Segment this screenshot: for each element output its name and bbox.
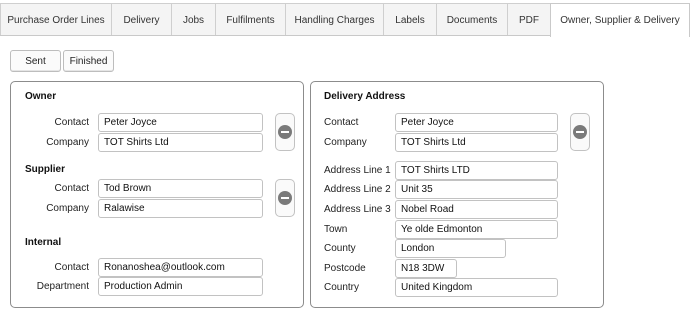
- minus-circle-icon: [278, 191, 292, 205]
- owner-contact-label: Contact: [54, 117, 89, 128]
- supplier-contact-label: Contact: [54, 183, 89, 194]
- tab-labels[interactable]: Labels: [383, 3, 437, 36]
- supplier-company-field[interactable]: Ralawise: [98, 199, 263, 218]
- sent-button[interactable]: Sent: [10, 50, 61, 72]
- delivery-contact-field[interactable]: Peter Joyce: [395, 113, 558, 132]
- postcode-label: Postcode: [324, 263, 366, 274]
- tab-fulfilments[interactable]: Fulfilments: [215, 3, 286, 36]
- tab-delivery[interactable]: Delivery: [111, 3, 172, 36]
- internal-department-label: Department: [36, 281, 89, 292]
- delivery-address-heading: Delivery Address: [324, 91, 406, 102]
- minus-circle-icon: [573, 125, 587, 139]
- county-label: County: [324, 243, 356, 254]
- owner-heading: Owner: [25, 91, 57, 102]
- tab-pdf[interactable]: PDF: [507, 3, 551, 36]
- postcode-field[interactable]: N18 3DW: [395, 259, 457, 278]
- internal-department-field[interactable]: Production Admin: [98, 277, 263, 296]
- tab-documents[interactable]: Documents: [436, 3, 508, 36]
- tab-bar: Purchase Order Lines Delivery Jobs Fulfi…: [0, 0, 690, 37]
- minus-circle-icon: [278, 125, 292, 139]
- address-line-1-field[interactable]: TOT Shirts LTD: [395, 161, 558, 180]
- address-line-2-field[interactable]: Unit 35: [395, 180, 558, 199]
- country-label: Country: [324, 282, 360, 293]
- delivery-address-panel: Delivery Address Contact Peter Joyce Com…: [310, 81, 604, 308]
- owner-supplier-panel: Owner Contact Peter Joyce Company TOT Sh…: [10, 81, 304, 308]
- supplier-remove-button[interactable]: [275, 179, 295, 217]
- owner-remove-button[interactable]: [275, 113, 295, 151]
- finished-button[interactable]: Finished: [63, 50, 114, 72]
- town-field[interactable]: Ye olde Edmonton: [395, 220, 558, 239]
- delivery-remove-button[interactable]: [570, 113, 590, 151]
- county-field[interactable]: London: [395, 239, 506, 258]
- address-line-3-field[interactable]: Nobel Road: [395, 200, 558, 219]
- delivery-company-field[interactable]: TOT Shirts Ltd: [395, 133, 558, 152]
- town-label: Town: [324, 224, 348, 235]
- address-line-3-label: Address Line 3: [324, 204, 391, 215]
- address-line-2-label: Address Line 2: [324, 184, 391, 195]
- supplier-contact-field[interactable]: Tod Brown: [98, 179, 263, 198]
- supplier-company-label: Company: [46, 203, 89, 214]
- internal-contact-label: Contact: [54, 262, 89, 273]
- owner-company-field[interactable]: TOT Shirts Ltd: [98, 133, 263, 152]
- country-field[interactable]: United Kingdom: [395, 278, 558, 297]
- tab-jobs[interactable]: Jobs: [171, 3, 216, 36]
- internal-heading: Internal: [25, 237, 62, 248]
- delivery-company-label: Company: [324, 137, 367, 148]
- internal-contact-field[interactable]: Ronanoshea@outlook.com: [98, 258, 263, 277]
- tab-owner-supplier-delivery[interactable]: Owner, Supplier & Delivery: [550, 3, 690, 37]
- owner-company-label: Company: [46, 137, 89, 148]
- tab-handling-charges[interactable]: Handling Charges: [285, 3, 384, 36]
- address-line-1-label: Address Line 1: [324, 165, 391, 176]
- supplier-heading: Supplier: [25, 164, 66, 175]
- delivery-contact-label: Contact: [324, 117, 359, 128]
- tab-purchase-order-lines[interactable]: Purchase Order Lines: [0, 3, 112, 36]
- owner-contact-field[interactable]: Peter Joyce: [98, 113, 263, 132]
